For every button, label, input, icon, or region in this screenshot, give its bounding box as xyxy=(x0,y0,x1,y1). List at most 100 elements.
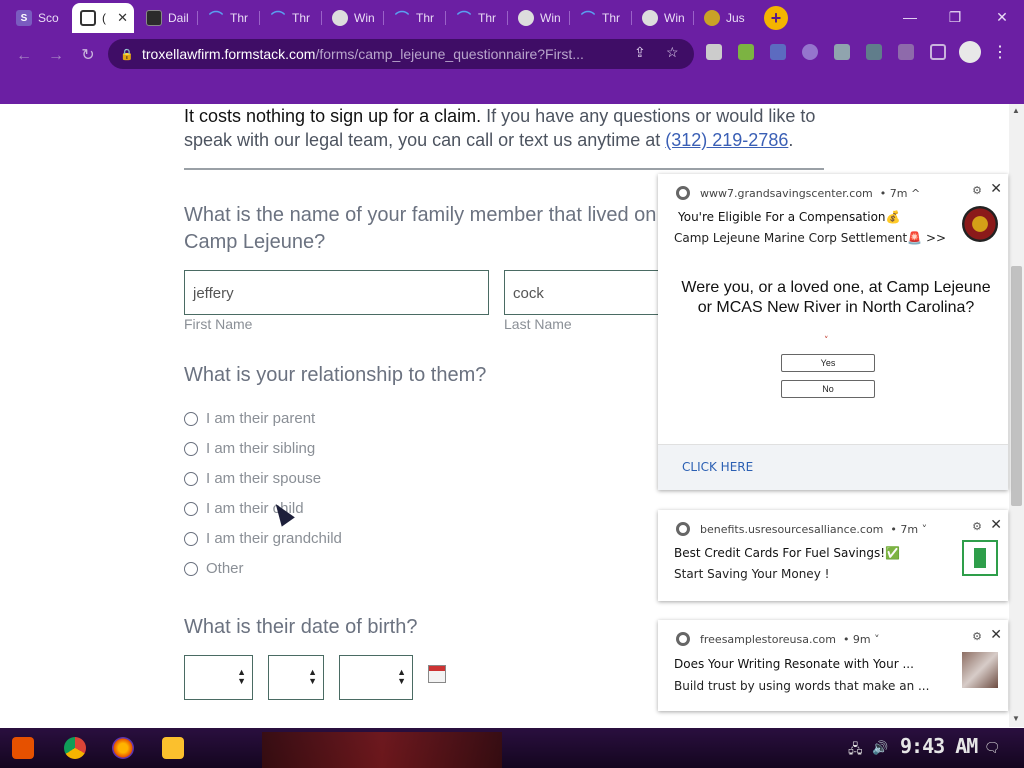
browser-tab[interactable]: Jus xyxy=(696,5,754,31)
radio-option-spouse[interactable]: I am their spouse xyxy=(184,470,321,487)
profile-avatar[interactable] xyxy=(959,41,981,63)
browser-tab-bar: S Sco ( ✕ Dail ⌒ Thr ⌒ Thr Win ⌒ Thr ⌒ T… xyxy=(0,0,1024,36)
browser-tab[interactable]: ⌒ Thr xyxy=(262,5,320,31)
radio-button[interactable] xyxy=(184,411,198,426)
rainbow-icon: ⌒ xyxy=(395,10,409,26)
radio-button[interactable] xyxy=(184,561,198,576)
notification-center-icon[interactable]: 🗨 xyxy=(984,740,1001,756)
volume-icon[interactable]: 🔊 xyxy=(872,740,888,756)
notification-time: • 7m ˅ xyxy=(890,522,928,536)
globe-icon xyxy=(642,10,658,26)
browser-tab[interactable]: Win xyxy=(510,5,568,31)
notification-card[interactable]: benefits.usresourcesalliance.com • 7m ˅ … xyxy=(658,510,1008,601)
close-icon[interactable]: ✕ xyxy=(990,181,1002,197)
tab-label: Jus xyxy=(726,11,745,25)
question-relationship: What is your relationship to them? xyxy=(184,364,487,386)
close-icon[interactable]: ✕ xyxy=(990,517,1002,533)
scroll-up-icon[interactable]: ▲ xyxy=(1012,106,1020,115)
notification-body: Start Saving Your Money ! xyxy=(674,567,830,581)
radio-button[interactable] xyxy=(184,501,198,516)
click-here-button[interactable]: CLICK HERE xyxy=(682,460,753,474)
tab-label: Thr xyxy=(478,11,496,25)
source-domain: benefits.usresourcesalliance.com xyxy=(700,522,884,536)
globe-icon xyxy=(332,10,348,26)
notification-card[interactable]: www7.grandsavingscenter.com • 7m ^ ⚙ ✕ Y… xyxy=(658,174,1008,490)
s-icon: S xyxy=(16,10,32,26)
minimize-icon[interactable]: — xyxy=(900,7,920,27)
browser-tab[interactable]: S Sco xyxy=(8,5,68,31)
browser-tab-active[interactable]: ( ✕ xyxy=(72,3,134,33)
phone-link[interactable]: (312) 219-2786 xyxy=(665,130,788,150)
file-explorer-icon[interactable] xyxy=(162,737,184,759)
radio-option-other[interactable]: Other xyxy=(184,560,244,577)
no-button[interactable]: No xyxy=(781,380,875,398)
chrome-icon xyxy=(676,522,690,536)
browser-tab[interactable]: Dail xyxy=(138,5,196,31)
browser-tab[interactable]: ⌒ Thr xyxy=(448,5,506,31)
extension-icon[interactable] xyxy=(834,44,850,60)
start-icon[interactable] xyxy=(12,737,34,759)
scroll-down-icon[interactable]: ▼ xyxy=(1012,714,1020,723)
calendar-icon[interactable] xyxy=(428,665,446,683)
dob-year-select[interactable]: ▲ ▼ xyxy=(339,655,413,700)
scrollbar-thumb[interactable] xyxy=(1011,266,1022,506)
new-tab-button[interactable]: + xyxy=(764,6,788,30)
radio-label: Other xyxy=(206,560,244,577)
radio-option-parent[interactable]: I am their parent xyxy=(184,410,315,427)
desk-photo-icon xyxy=(962,652,998,688)
extension-icon[interactable] xyxy=(706,44,722,60)
tab-separator xyxy=(693,11,694,25)
window-close-icon[interactable]: ✕ xyxy=(992,7,1012,27)
fuel-pump-icon xyxy=(962,540,998,576)
sidepanel-icon[interactable] xyxy=(930,44,946,60)
notification-title: You're Eligible For a Compensation💰 xyxy=(678,210,901,224)
radio-option-grandchild[interactable]: I am their grandchild xyxy=(184,530,342,547)
extension-icon[interactable] xyxy=(738,44,754,60)
puzzle-icon[interactable] xyxy=(898,44,914,60)
yes-button[interactable]: Yes xyxy=(781,354,875,372)
firefox-icon[interactable] xyxy=(112,737,134,759)
radio-button[interactable] xyxy=(184,531,198,546)
network-icon[interactable]: 🖧 xyxy=(848,740,863,762)
browser-tab[interactable]: ⌒ Thr xyxy=(200,5,258,31)
radio-label: I am their sibling xyxy=(206,440,316,457)
radio-button[interactable] xyxy=(184,441,198,456)
close-icon[interactable]: ✕ xyxy=(990,627,1002,643)
chrome-taskbar-icon[interactable] xyxy=(64,737,86,759)
restore-icon[interactable]: ❐ xyxy=(945,7,965,27)
close-tab-icon[interactable]: ✕ xyxy=(117,10,128,26)
browser-tab[interactable]: ⌒ Thr xyxy=(386,5,444,31)
first-name-field[interactable]: jeffery xyxy=(184,270,489,315)
taskbar-clock[interactable]: 9:43 AM xyxy=(900,734,978,758)
browser-tab[interactable]: Win xyxy=(634,5,692,31)
forward-icon[interactable]: → xyxy=(44,44,68,68)
url-path: /forms/camp_lejeune_questionnaire?First.… xyxy=(315,46,584,62)
menu-dots-icon[interactable]: ⋮ xyxy=(992,42,1008,62)
gear-icon[interactable]: ⚙ xyxy=(972,520,982,533)
gear-icon[interactable]: ⚙ xyxy=(972,630,982,643)
radio-option-sibling[interactable]: I am their sibling xyxy=(184,440,315,457)
extension-icon[interactable] xyxy=(770,44,786,60)
last-name-field[interactable]: cock xyxy=(504,270,664,315)
intro-bold: It costs nothing to sign up for a claim. xyxy=(184,106,482,126)
reload-icon[interactable]: ↻ xyxy=(76,44,100,68)
bookmark-star-icon[interactable]: ☆ xyxy=(666,44,679,61)
radio-button[interactable] xyxy=(184,471,198,486)
back-icon[interactable]: ← xyxy=(12,44,36,68)
notification-card[interactable]: freesamplestoreusa.com • 9m ˅ ⚙ ✕ Does Y… xyxy=(658,620,1008,711)
address-bar[interactable]: 🔒 troxellawfirm.formstack.com/forms/camp… xyxy=(108,39,694,69)
tab-separator xyxy=(631,11,632,25)
extension-icon[interactable] xyxy=(866,44,882,60)
browser-toolbar: ← → ↻ 🔒 troxellawfirm.formstack.com/form… xyxy=(0,36,1024,104)
notification-source: benefits.usresourcesalliance.com • 7m ˅ xyxy=(676,522,927,536)
browser-tab[interactable]: ⌒ Thr xyxy=(572,5,630,31)
gear-icon[interactable]: ⚙ xyxy=(972,184,982,197)
chrome-icon xyxy=(676,632,690,646)
radio-label: I am their spouse xyxy=(206,470,322,487)
browser-tab[interactable]: Win xyxy=(324,5,382,31)
share-icon[interactable]: ⇪ xyxy=(634,44,646,61)
extension-icon[interactable] xyxy=(802,44,818,60)
dob-month-select[interactable]: ▲ ▼ xyxy=(184,655,253,700)
notification-source: freesamplestoreusa.com • 9m ˅ xyxy=(676,632,880,646)
dob-day-select[interactable]: ▲ ▼ xyxy=(268,655,324,700)
